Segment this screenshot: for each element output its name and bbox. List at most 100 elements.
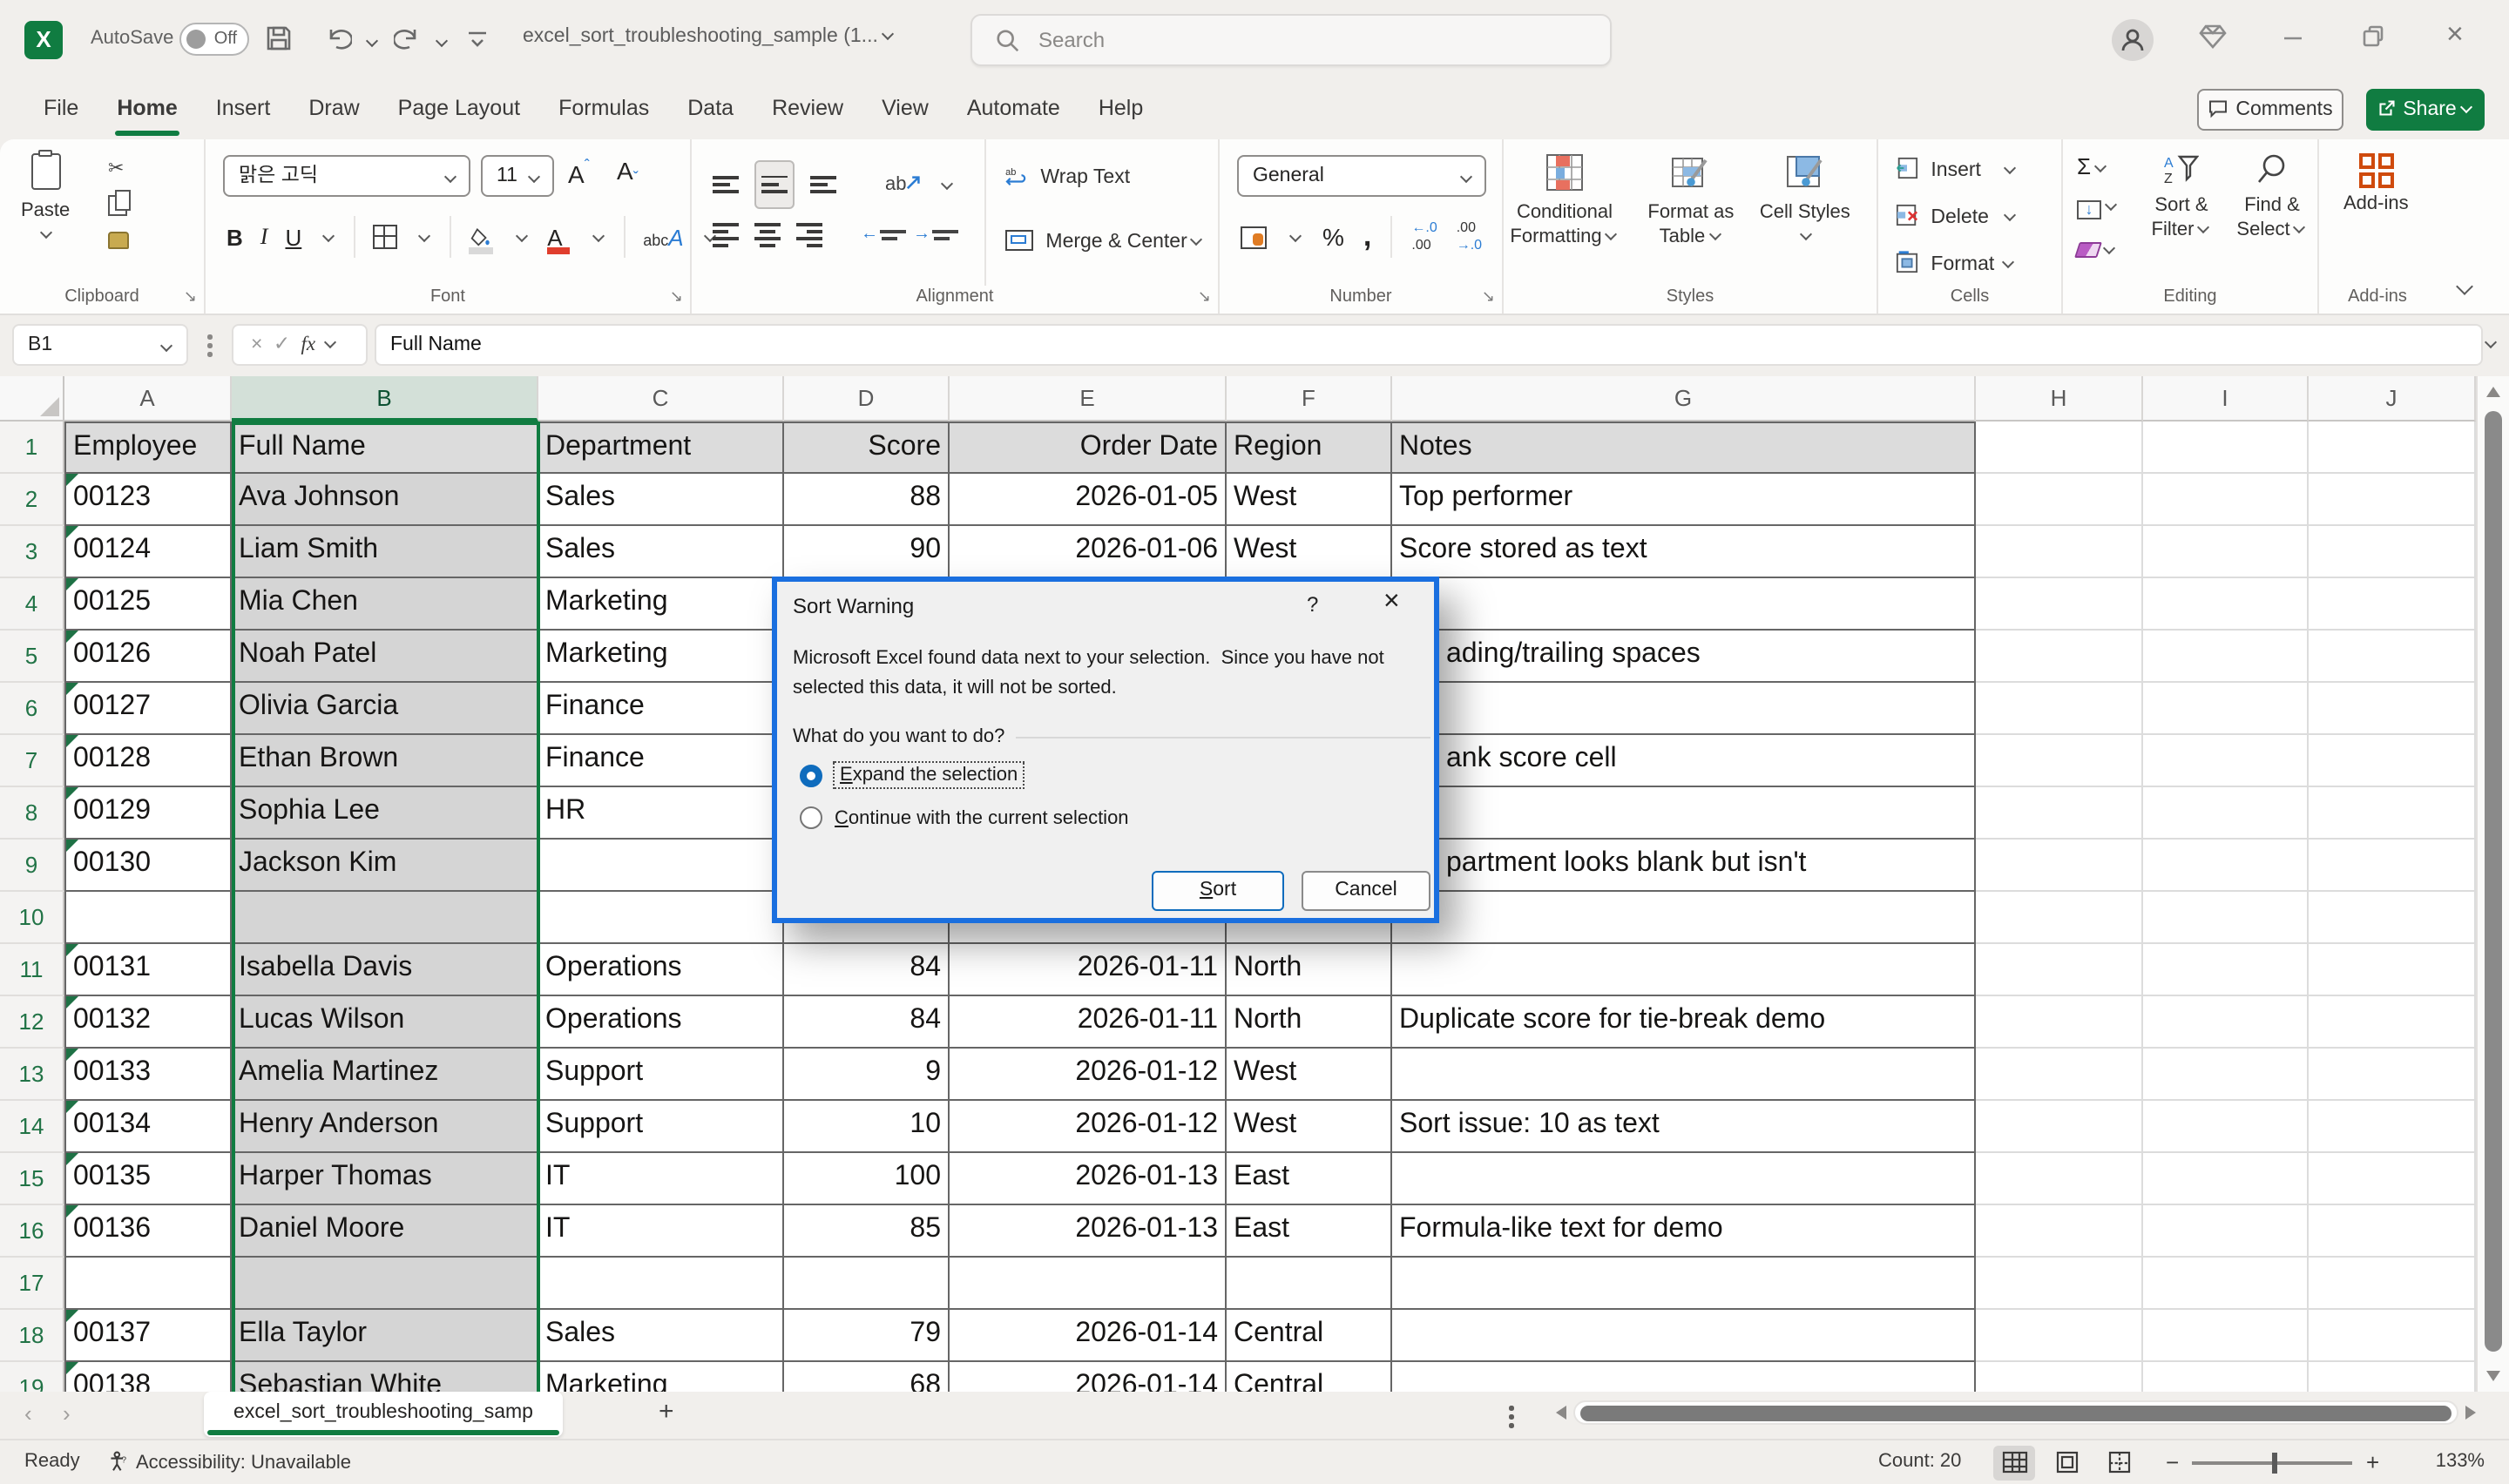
cell-G8[interactable] [1392, 787, 1976, 840]
document-title[interactable]: excel_sort_troubleshooting_sample (1... [523, 26, 896, 47]
cell-G1[interactable]: Notes [1392, 422, 1976, 474]
tab-help[interactable]: Help [1079, 82, 1162, 139]
cell-H12[interactable] [1976, 996, 2143, 1049]
redo-dropdown-icon[interactable] [436, 35, 448, 47]
redo-icon[interactable] [394, 24, 425, 56]
tab-automate[interactable]: Automate [948, 82, 1079, 139]
cell-H6[interactable] [1976, 683, 2143, 735]
align-middle-icon[interactable] [754, 160, 795, 209]
cell-J7[interactable] [2309, 735, 2476, 787]
horizontal-scroll-thumb[interactable] [1580, 1406, 2452, 1421]
cell-J9[interactable] [2309, 840, 2476, 892]
fill-button[interactable]: ↓ [2077, 192, 2119, 223]
cell-I10[interactable] [2143, 892, 2309, 944]
copy-icon[interactable] [108, 195, 127, 216]
cell-F18[interactable]: Central [1227, 1310, 1392, 1362]
cell-C5[interactable]: Marketing [538, 631, 784, 683]
cell-J14[interactable] [2309, 1101, 2476, 1153]
tab-formulas[interactable]: Formulas [539, 82, 668, 139]
row-header-18[interactable]: 18 [0, 1310, 64, 1362]
page-layout-view-button[interactable] [2046, 1446, 2087, 1481]
collapse-ribbon-icon[interactable] [2456, 278, 2473, 295]
comments-button[interactable]: Comments [2197, 89, 2343, 131]
underline-button[interactable]: U [285, 224, 301, 250]
cell-I12[interactable] [2143, 996, 2309, 1049]
cell-G3[interactable]: Score stored as text [1392, 526, 1976, 578]
cell-D12[interactable]: 84 [784, 996, 950, 1049]
accounting-dropdown-icon[interactable] [1289, 229, 1302, 241]
row-header-15[interactable]: 15 [0, 1153, 64, 1205]
row-header-2[interactable]: 2 [0, 474, 64, 526]
cell-A5[interactable]: 00126 [64, 631, 232, 683]
row-header-13[interactable]: 13 [0, 1049, 64, 1101]
cell-I8[interactable] [2143, 787, 2309, 840]
cell-B13[interactable]: Amelia Martinez [232, 1049, 538, 1101]
cell-B11[interactable]: Isabella Davis [232, 944, 538, 996]
font-name-select[interactable]: 맑은 고딕 [223, 155, 470, 197]
wrap-text-button[interactable]: ab Wrap Text [1005, 167, 1130, 188]
cell-A13[interactable]: 00133 [64, 1049, 232, 1101]
cell-E15[interactable]: 2026-01-13 [950, 1153, 1227, 1205]
tab-insert[interactable]: Insert [197, 82, 290, 139]
row-header-12[interactable]: 12 [0, 996, 64, 1049]
cell-A9[interactable]: 00130 [64, 840, 232, 892]
find-select-button[interactable]: Find & Select [2230, 153, 2314, 243]
column-header-G[interactable]: G [1392, 376, 1976, 422]
cell-B2[interactable]: Ava Johnson [232, 474, 538, 526]
sheet-options-icon[interactable] [1509, 1406, 1513, 1432]
cell-E3[interactable]: 2026-01-06 [950, 526, 1227, 578]
cell-B18[interactable]: Ella Taylor [232, 1310, 538, 1362]
cell-I11[interactable] [2143, 944, 2309, 996]
cell-I4[interactable] [2143, 578, 2309, 631]
phonetic-guide-icon[interactable]: abcA [643, 224, 683, 250]
cell-J5[interactable] [2309, 631, 2476, 683]
cell-A2[interactable]: 00123 [64, 474, 232, 526]
cell-F15[interactable]: East [1227, 1153, 1392, 1205]
select-all-corner[interactable] [0, 376, 64, 422]
cell-A12[interactable]: 00132 [64, 996, 232, 1049]
cell-A8[interactable]: 00129 [64, 787, 232, 840]
zoom-out-icon[interactable]: − [2166, 1449, 2179, 1475]
cell-J8[interactable] [2309, 787, 2476, 840]
cancel-entry-icon[interactable]: × [251, 334, 262, 355]
formula-bar-splitter[interactable] [207, 334, 213, 361]
cell-F1[interactable]: Region [1227, 422, 1392, 474]
cell-J15[interactable] [2309, 1153, 2476, 1205]
addins-button[interactable]: Add-ins [2343, 153, 2409, 218]
cell-B3[interactable]: Liam Smith [232, 526, 538, 578]
cell-J12[interactable] [2309, 996, 2476, 1049]
share-button[interactable]: Share [2366, 89, 2485, 131]
row-header-4[interactable]: 4 [0, 578, 64, 631]
cell-B15[interactable]: Harper Thomas [232, 1153, 538, 1205]
expand-formula-bar-icon[interactable] [2485, 336, 2497, 348]
column-header-B[interactable]: B [232, 376, 538, 422]
font-color-dropdown-icon[interactable] [592, 229, 605, 241]
cell-H11[interactable] [1976, 944, 2143, 996]
clear-button[interactable] [2077, 235, 2119, 266]
row-header-16[interactable]: 16 [0, 1205, 64, 1258]
number-dialog-launcher-icon[interactable]: ↘ [1482, 287, 1495, 307]
undo-icon[interactable] [324, 24, 355, 56]
page-break-view-button[interactable] [2098, 1446, 2140, 1481]
cell-F14[interactable]: West [1227, 1101, 1392, 1153]
format-cells-button[interactable]: Format [1896, 251, 2015, 275]
row-header-10[interactable]: 10 [0, 892, 64, 944]
row-header-8[interactable]: 8 [0, 787, 64, 840]
cell-C9[interactable] [538, 840, 784, 892]
cell-A14[interactable]: 00134 [64, 1101, 232, 1153]
cell-F19[interactable]: Central [1227, 1362, 1392, 1392]
cell-G10[interactable] [1392, 892, 1976, 944]
column-header-E[interactable]: E [950, 376, 1227, 422]
row-header-14[interactable]: 14 [0, 1101, 64, 1153]
cell-J1[interactable] [2309, 422, 2476, 474]
confirm-entry-icon[interactable]: ✓ [274, 334, 290, 355]
cell-G2[interactable]: Top performer [1392, 474, 1976, 526]
align-center-icon[interactable] [754, 223, 781, 247]
row-header-1[interactable]: 1 [0, 422, 64, 474]
cell-D11[interactable]: 84 [784, 944, 950, 996]
cell-C8[interactable]: HR [538, 787, 784, 840]
sheet-tab-active[interactable]: excel_sort_troubleshooting_samp [204, 1392, 563, 1437]
cell-D19[interactable]: 68 [784, 1362, 950, 1392]
paste-button[interactable]: Paste [21, 153, 70, 248]
cell-C16[interactable]: IT [538, 1205, 784, 1258]
